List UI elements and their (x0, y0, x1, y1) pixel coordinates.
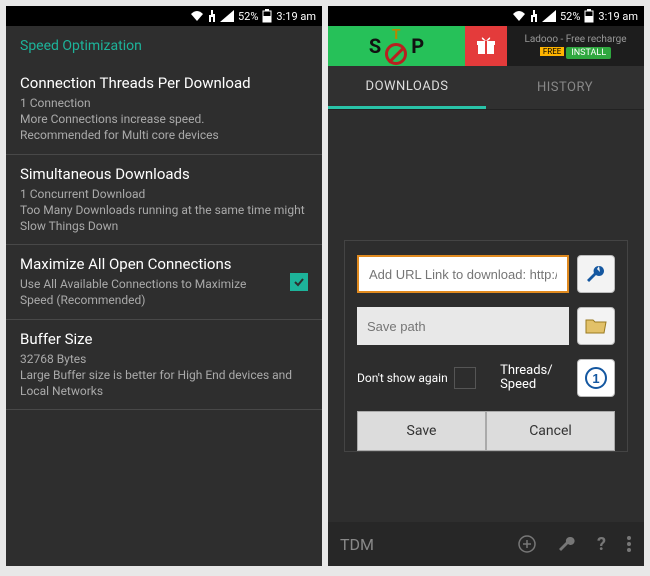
prohibit-icon (385, 43, 407, 65)
clock: 3:19 am (598, 10, 638, 23)
ad-banner[interactable]: S T P Ladooo - Free recharge FREE INSTAL… (328, 26, 644, 66)
tab-history[interactable]: HISTORY (486, 66, 644, 109)
cancel-button[interactable]: Cancel (486, 411, 615, 451)
settings-screen: 52% 3:19 am Speed Optimization Connectio… (6, 6, 322, 566)
setting-desc: 32768 Bytes Large Buffer size is better … (20, 351, 308, 400)
help-icon[interactable]: ? (597, 534, 606, 555)
setting-desc: 1 Connection More Connections increase s… (20, 95, 308, 144)
tab-bar: DOWNLOADS HISTORY (328, 66, 644, 110)
battery-icon (262, 9, 272, 23)
tab-downloads[interactable]: DOWNLOADS (328, 66, 486, 109)
battery-pct: 52% (238, 10, 258, 23)
dont-show-checkbox[interactable] (454, 367, 476, 389)
setting-title: Maximize All Open Connections (20, 255, 278, 273)
clock: 3:19 am (276, 10, 316, 23)
battery-pct: 52% (560, 10, 580, 23)
data-icon (530, 10, 538, 22)
add-icon[interactable] (517, 534, 537, 554)
status-bar: 52% 3:19 am (328, 6, 644, 26)
wifi-icon (190, 10, 204, 22)
setting-maximize-connections[interactable]: Maximize All Open Connections Use All Av… (6, 245, 322, 319)
setting-title: Connection Threads Per Download (20, 74, 308, 92)
ad-free-badge: FREE (540, 47, 564, 56)
ad-text: Ladooo - Free recharge (524, 34, 626, 45)
bottom-bar: TDM ? (328, 522, 644, 566)
setting-buffer-size[interactable]: Buffer Size 32768 Bytes Large Buffer siz… (6, 320, 322, 411)
overflow-icon[interactable] (626, 535, 632, 553)
wrench-icon[interactable] (577, 255, 615, 293)
signal-icon (542, 10, 556, 22)
section-header: Speed Optimization (6, 26, 322, 64)
setting-title: Buffer Size (20, 330, 308, 348)
add-download-dialog: Don't show again Threads/ Speed 1 Save C… (344, 240, 628, 452)
svg-text:1: 1 (592, 371, 599, 386)
wifi-icon (512, 10, 526, 22)
ad-text-block: Ladooo - Free recharge FREE INSTALL (507, 26, 644, 66)
ad-letter-t: T (392, 27, 401, 43)
setting-desc: Use All Available Connections to Maximiz… (20, 276, 278, 308)
ad-install-button[interactable]: INSTALL (566, 47, 611, 59)
threads-label: Threads/ Speed (500, 364, 553, 393)
app-brand: TDM (340, 535, 497, 554)
ad-letter-s: S (369, 34, 381, 58)
checkbox-icon[interactable] (290, 273, 308, 291)
dont-show-label: Don't show again (357, 371, 448, 385)
status-bar: 52% 3:19 am (6, 6, 322, 26)
url-input[interactable] (357, 255, 569, 293)
ad-graphic: S T P (328, 26, 465, 66)
tools-icon[interactable] (557, 534, 577, 554)
data-icon (208, 10, 216, 22)
signal-icon (220, 10, 234, 22)
save-button[interactable]: Save (357, 411, 486, 451)
battery-icon (584, 9, 594, 23)
path-input[interactable] (357, 307, 569, 345)
threads-icon[interactable]: 1 (577, 359, 615, 397)
downloads-screen: 52% 3:19 am S T P Ladooo - Free recharge… (328, 6, 644, 566)
setting-title: Simultaneous Downloads (20, 165, 308, 183)
setting-desc: 1 Concurrent Download Too Many Downloads… (20, 186, 308, 235)
gift-icon (465, 26, 507, 66)
ad-letter-p: P (411, 34, 424, 58)
setting-simultaneous[interactable]: Simultaneous Downloads 1 Concurrent Down… (6, 155, 322, 246)
setting-connection-threads[interactable]: Connection Threads Per Download 1 Connec… (6, 64, 322, 155)
folder-icon[interactable] (577, 307, 615, 345)
